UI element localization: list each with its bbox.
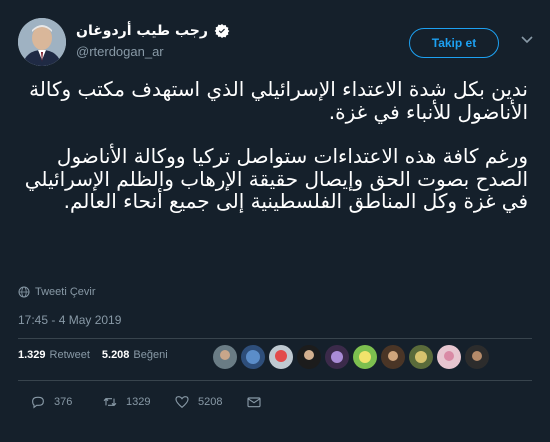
display-name[interactable]: رجب طيب أردوغان [76, 23, 208, 39]
tweet-paragraph-1: ندين بكل شدة الاعتداء الإسرائيلي الذي اس… [29, 77, 528, 124]
heart-icon [175, 396, 189, 409]
envelope-icon [247, 397, 261, 408]
like-button[interactable]: 5208 [174, 394, 246, 410]
timestamp[interactable]: 17:45 - 4 May 2019 [18, 313, 121, 327]
reply-button[interactable]: 376 [30, 394, 102, 410]
liker-avatar[interactable] [241, 345, 265, 369]
liker-avatar[interactable] [297, 345, 321, 369]
divider [18, 380, 532, 381]
like-count: 5208 [198, 396, 223, 408]
translate-tweet-link[interactable]: Tweeti Çevir [18, 286, 96, 298]
liker-avatar[interactable] [409, 345, 433, 369]
retweet-button[interactable]: 1329 [102, 394, 174, 410]
liker-avatar[interactable] [437, 345, 461, 369]
follow-button[interactable]: Takip et [409, 28, 499, 58]
reply-count: 376 [54, 396, 73, 408]
avatar[interactable] [18, 18, 66, 66]
tweet-card: رجب طيب أردوغان @rterdogan_ar Takip et ن… [0, 0, 550, 442]
tweet-text: ندين بكل شدة الاعتداء الإسرائيلي الذي اس… [22, 78, 528, 213]
liker-avatar[interactable] [381, 345, 405, 369]
tweet-paragraph-2: ورغم كافة هذه الاعتداءات ستواصل تركيا وو… [24, 144, 528, 213]
retweet-stat[interactable]: 1.329 Retweet [18, 349, 90, 361]
liker-avatar[interactable] [269, 345, 293, 369]
like-stat[interactable]: 5.208 Beğeni [102, 349, 168, 361]
engagement-stats: 1.329 Retweet 5.208 Beğeni [18, 349, 168, 361]
retweet-stat-label: Retweet [49, 349, 90, 361]
retweet-icon [103, 397, 117, 407]
like-stat-label: Beğeni [133, 349, 168, 361]
globe-icon [18, 286, 30, 298]
like-stat-count: 5.208 [101, 349, 130, 361]
action-bar: 376 1329 5208 [30, 394, 262, 410]
author-name-row[interactable]: رجب طيب أردوغان [76, 20, 230, 42]
retweet-stat-count: 1.329 [18, 349, 46, 361]
liker-avatar[interactable] [325, 345, 349, 369]
verified-badge-icon [214, 23, 230, 39]
liker-avatar[interactable] [213, 345, 237, 369]
liker-avatar[interactable] [353, 345, 377, 369]
chevron-down-icon[interactable] [520, 32, 534, 46]
divider [18, 338, 532, 339]
share-button[interactable] [246, 394, 262, 410]
translate-label[interactable]: Tweeti Çevir [35, 286, 96, 298]
reply-icon [32, 396, 44, 409]
liker-avatars [213, 345, 489, 369]
handle[interactable]: @rterdogan_ar [76, 44, 164, 59]
retweet-count: 1329 [126, 396, 151, 408]
liker-avatar[interactable] [465, 345, 489, 369]
